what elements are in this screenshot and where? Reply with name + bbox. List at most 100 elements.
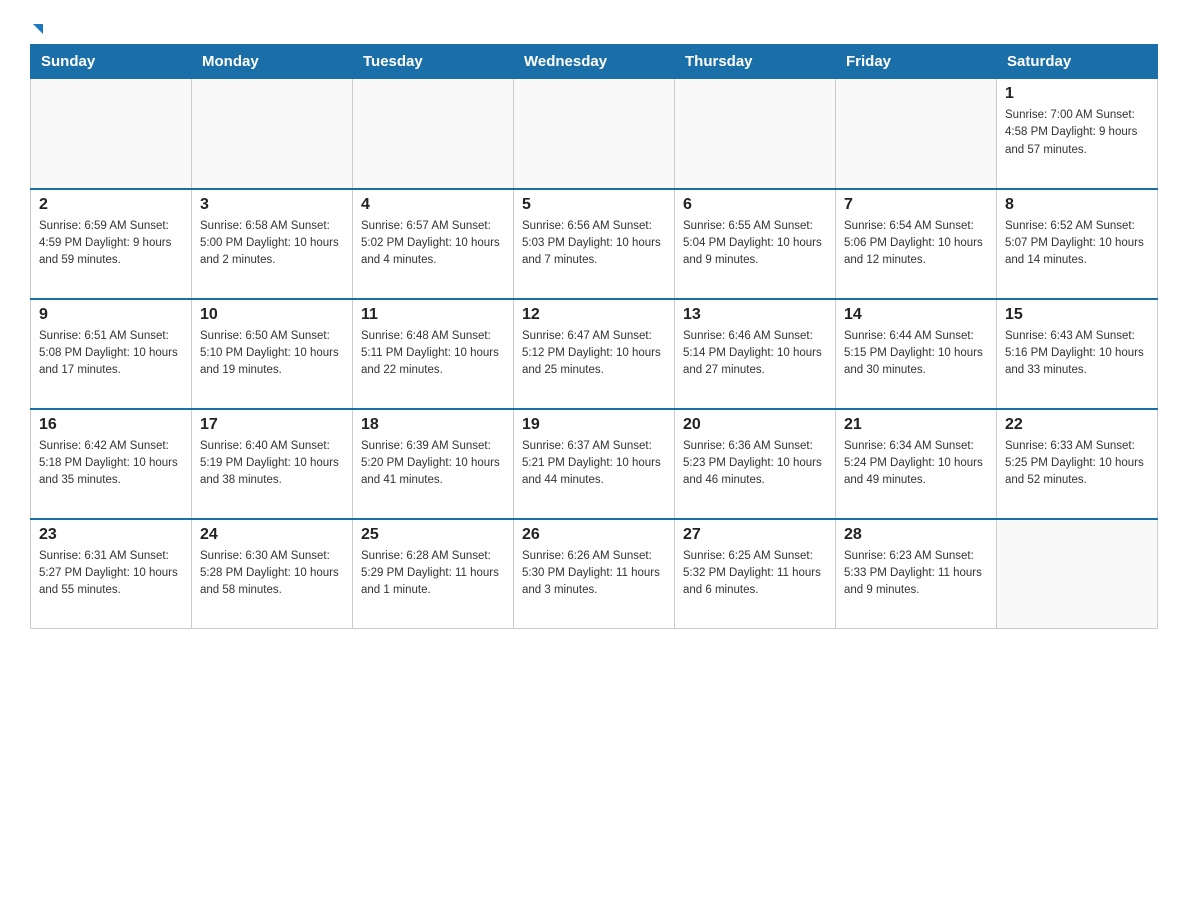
day-info: Sunrise: 6:26 AM Sunset: 5:30 PM Dayligh…: [522, 548, 666, 600]
day-number: 14: [844, 306, 988, 324]
day-info: Sunrise: 6:40 AM Sunset: 5:19 PM Dayligh…: [200, 438, 344, 490]
calendar-cell: 11Sunrise: 6:48 AM Sunset: 5:11 PM Dayli…: [353, 299, 514, 409]
calendar-cell: 12 Sunrise: 6:47 AM Sunset: 5:12 PM Dayli…: [514, 299, 675, 409]
page-header: [30, 20, 1158, 34]
day-number: 10: [200, 306, 344, 324]
calendar-week-row: 1 Sunrise: 7:00 AM Sunset: 4:58 PM Daylig…: [31, 79, 1158, 189]
day-info: Sunrise: 6:34 AM Sunset: 5:24 PM Dayligh…: [844, 438, 988, 490]
calendar-cell: 10 Sunrise: 6:50 AM Sunset: 5:10 PM Dayli…: [192, 299, 353, 409]
day-of-week-header: Wednesday: [514, 45, 675, 79]
calendar-cell: 4 Sunrise: 6:57 AM Sunset: 5:02 PM Daylig…: [353, 189, 514, 299]
calendar-cell: 6 Sunrise: 6:55 AM Sunset: 5:04 PM Daylig…: [675, 189, 836, 299]
day-info: Sunrise: 6:23 AM Sunset: 5:33 PM Dayligh…: [844, 548, 988, 600]
calendar-cell: 16Sunrise: 6:42 AM Sunset: 5:18 PM Dayli…: [31, 409, 192, 519]
day-info: Sunrise: 7:00 AM Sunset: 4:58 PM Dayligh…: [1005, 107, 1149, 159]
calendar-cell: [353, 79, 514, 189]
day-info: Sunrise: 6:33 AM Sunset: 5:25 PM Dayligh…: [1005, 438, 1149, 490]
calendar-cell: 20 Sunrise: 6:36 AM Sunset: 5:23 PM Dayli…: [675, 409, 836, 519]
day-info: Sunrise: 6:47 AM Sunset: 5:12 PM Dayligh…: [522, 328, 666, 380]
day-info: Sunrise: 6:25 AM Sunset: 5:32 PM Dayligh…: [683, 548, 827, 600]
calendar-cell: 8 Sunrise: 6:52 AM Sunset: 5:07 PM Daylig…: [997, 189, 1158, 299]
day-info: Sunrise: 6:55 AM Sunset: 5:04 PM Dayligh…: [683, 218, 827, 270]
calendar-cell: 9Sunrise: 6:51 AM Sunset: 5:08 PM Daylig…: [31, 299, 192, 409]
day-number: 16: [39, 416, 183, 434]
calendar-cell: 3Sunrise: 6:58 AM Sunset: 5:00 PM Daylig…: [192, 189, 353, 299]
day-number: 27: [683, 526, 827, 544]
logo-arrow-icon: [33, 24, 43, 34]
calendar-header-row: SundayMondayTuesdayWednesdayThursdayFrid…: [31, 45, 1158, 79]
calendar-cell: [514, 79, 675, 189]
day-info: Sunrise: 6:39 AM Sunset: 5:20 PM Dayligh…: [361, 438, 505, 490]
day-info: Sunrise: 6:37 AM Sunset: 5:21 PM Dayligh…: [522, 438, 666, 490]
logo: [30, 20, 43, 34]
day-info: Sunrise: 6:48 AM Sunset: 5:11 PM Dayligh…: [361, 328, 505, 380]
calendar-week-row: 9Sunrise: 6:51 AM Sunset: 5:08 PM Daylig…: [31, 299, 1158, 409]
day-number: 12: [522, 306, 666, 324]
day-number: 21: [844, 416, 988, 434]
calendar-cell: 22 Sunrise: 6:33 AM Sunset: 5:25 PM Dayli…: [997, 409, 1158, 519]
day-number: 26: [522, 526, 666, 544]
day-number: 23: [39, 526, 183, 544]
calendar-cell: 18 Sunrise: 6:39 AM Sunset: 5:20 PM Dayli…: [353, 409, 514, 519]
day-of-week-header: Sunday: [31, 45, 192, 79]
day-number: 1: [1005, 85, 1149, 103]
day-number: 7: [844, 196, 988, 214]
calendar-cell: 27 Sunrise: 6:25 AM Sunset: 5:32 PM Dayli…: [675, 519, 836, 629]
calendar-cell: 28 Sunrise: 6:23 AM Sunset: 5:33 PM Dayli…: [836, 519, 997, 629]
calendar-week-row: 2 Sunrise: 6:59 AM Sunset: 4:59 PM Daylig…: [31, 189, 1158, 299]
day-number: 5: [522, 196, 666, 214]
calendar-cell: 25 Sunrise: 6:28 AM Sunset: 5:29 PM Dayli…: [353, 519, 514, 629]
calendar-cell: [31, 79, 192, 189]
calendar-cell: 13 Sunrise: 6:46 AM Sunset: 5:14 PM Dayli…: [675, 299, 836, 409]
day-number: 18: [361, 416, 505, 434]
calendar-cell: 24 Sunrise: 6:30 AM Sunset: 5:28 PM Dayli…: [192, 519, 353, 629]
day-info: Sunrise: 6:31 AM Sunset: 5:27 PM Dayligh…: [39, 548, 183, 600]
day-of-week-header: Tuesday: [353, 45, 514, 79]
day-number: 15: [1005, 306, 1149, 324]
calendar-cell: 5 Sunrise: 6:56 AM Sunset: 5:03 PM Daylig…: [514, 189, 675, 299]
calendar-table: SundayMondayTuesdayWednesdayThursdayFrid…: [30, 44, 1158, 629]
day-info: Sunrise: 6:30 AM Sunset: 5:28 PM Dayligh…: [200, 548, 344, 600]
day-number: 13: [683, 306, 827, 324]
day-info: Sunrise: 6:43 AM Sunset: 5:16 PM Dayligh…: [1005, 328, 1149, 380]
calendar-cell: [192, 79, 353, 189]
day-number: 9: [39, 306, 183, 324]
day-info: Sunrise: 6:59 AM Sunset: 4:59 PM Dayligh…: [39, 218, 183, 270]
day-info: Sunrise: 6:28 AM Sunset: 5:29 PM Dayligh…: [361, 548, 505, 600]
calendar-cell: [997, 519, 1158, 629]
calendar-cell: 7 Sunrise: 6:54 AM Sunset: 5:06 PM Daylig…: [836, 189, 997, 299]
day-info: Sunrise: 6:57 AM Sunset: 5:02 PM Dayligh…: [361, 218, 505, 270]
day-number: 6: [683, 196, 827, 214]
day-info: Sunrise: 6:46 AM Sunset: 5:14 PM Dayligh…: [683, 328, 827, 380]
day-number: 28: [844, 526, 988, 544]
day-info: Sunrise: 6:36 AM Sunset: 5:23 PM Dayligh…: [683, 438, 827, 490]
day-number: 2: [39, 196, 183, 214]
day-number: 8: [1005, 196, 1149, 214]
day-number: 20: [683, 416, 827, 434]
day-number: 22: [1005, 416, 1149, 434]
day-info: Sunrise: 6:54 AM Sunset: 5:06 PM Dayligh…: [844, 218, 988, 270]
day-info: Sunrise: 6:44 AM Sunset: 5:15 PM Dayligh…: [844, 328, 988, 380]
day-number: 25: [361, 526, 505, 544]
calendar-cell: 15 Sunrise: 6:43 AM Sunset: 5:16 PM Dayli…: [997, 299, 1158, 409]
calendar-cell: 23 Sunrise: 6:31 AM Sunset: 5:27 PM Dayli…: [31, 519, 192, 629]
day-of-week-header: Friday: [836, 45, 997, 79]
day-number: 19: [522, 416, 666, 434]
day-info: Sunrise: 6:50 AM Sunset: 5:10 PM Dayligh…: [200, 328, 344, 380]
calendar-cell: 26 Sunrise: 6:26 AM Sunset: 5:30 PM Dayli…: [514, 519, 675, 629]
calendar-cell: 21 Sunrise: 6:34 AM Sunset: 5:24 PM Dayli…: [836, 409, 997, 519]
day-info: Sunrise: 6:52 AM Sunset: 5:07 PM Dayligh…: [1005, 218, 1149, 270]
day-info: Sunrise: 6:58 AM Sunset: 5:00 PM Dayligh…: [200, 218, 344, 270]
calendar-cell: [836, 79, 997, 189]
day-number: 17: [200, 416, 344, 434]
calendar-cell: 19 Sunrise: 6:37 AM Sunset: 5:21 PM Dayli…: [514, 409, 675, 519]
calendar-cell: 2 Sunrise: 6:59 AM Sunset: 4:59 PM Daylig…: [31, 189, 192, 299]
calendar-week-row: 23 Sunrise: 6:31 AM Sunset: 5:27 PM Dayli…: [31, 519, 1158, 629]
day-number: 4: [361, 196, 505, 214]
day-info: Sunrise: 6:56 AM Sunset: 5:03 PM Dayligh…: [522, 218, 666, 270]
day-of-week-header: Thursday: [675, 45, 836, 79]
calendar-cell: 1 Sunrise: 7:00 AM Sunset: 4:58 PM Daylig…: [997, 79, 1158, 189]
day-number: 24: [200, 526, 344, 544]
day-of-week-header: Saturday: [997, 45, 1158, 79]
calendar-cell: 17 Sunrise: 6:40 AM Sunset: 5:19 PM Dayli…: [192, 409, 353, 519]
